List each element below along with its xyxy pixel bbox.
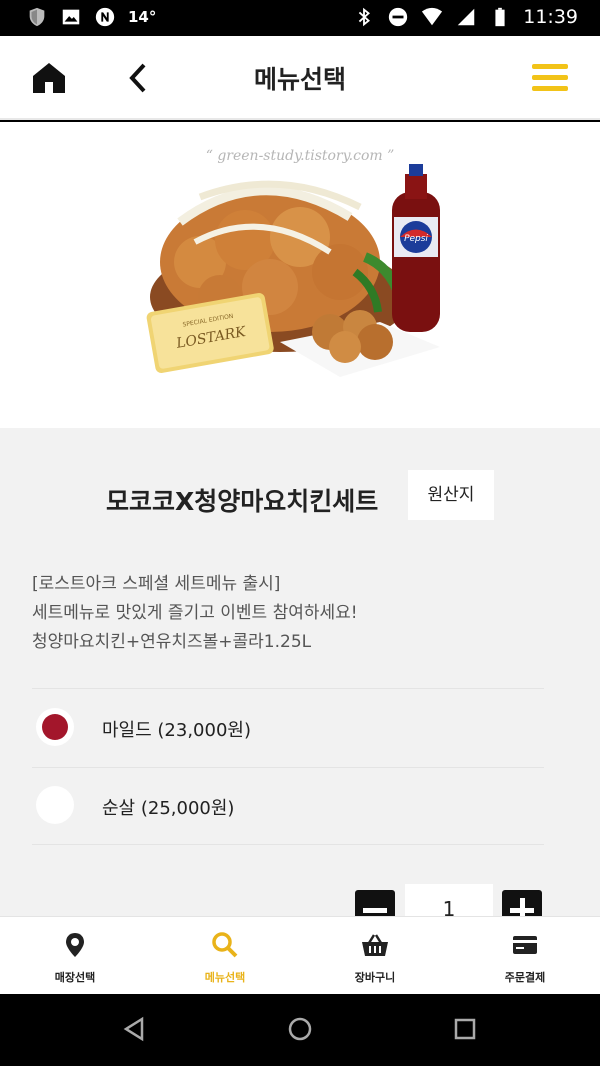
divider bbox=[32, 844, 544, 845]
radio-unselected[interactable] bbox=[36, 786, 74, 824]
bottom-nav: 매장선택 메뉴선택 장바구니 주문결제 bbox=[0, 916, 600, 994]
minus-icon[interactable] bbox=[355, 890, 395, 916]
option-mild[interactable]: 마일드 (23,000원) bbox=[36, 708, 544, 748]
radio-selected[interactable] bbox=[36, 708, 74, 746]
product-image: “ green-study.tistory.com ” Pepsi SPECIA… bbox=[0, 122, 600, 428]
nav-menu-select[interactable]: 메뉴선택 bbox=[150, 917, 300, 995]
option-label: 순살 (25,000원) bbox=[102, 798, 235, 819]
battery-icon bbox=[495, 7, 505, 27]
credit-card-icon bbox=[513, 936, 537, 954]
option-label: 마일드 (23,000원) bbox=[102, 720, 251, 741]
origin-button[interactable]: 원산지 bbox=[408, 470, 494, 520]
system-nav-bar bbox=[0, 994, 600, 1066]
quantity-value[interactable]: 1 bbox=[405, 884, 493, 916]
image-icon bbox=[62, 9, 80, 25]
home-circle-icon[interactable] bbox=[285, 1014, 315, 1044]
product-name: 모코코X청양마요치킨세트 bbox=[106, 487, 379, 516]
watermark: “ green-study.tistory.com ” bbox=[205, 148, 395, 164]
wifi-icon bbox=[422, 7, 443, 26]
back-triangle-icon[interactable] bbox=[120, 1014, 150, 1044]
app-header: 메뉴선택 bbox=[0, 36, 600, 120]
divider bbox=[32, 767, 544, 768]
n-app-icon bbox=[95, 7, 115, 27]
menu-detail: 모코코X청양마요치킨세트 원산지 [로스트아크 스페셜 세트메뉴 출시] 세트메… bbox=[0, 428, 600, 916]
location-pin-icon bbox=[66, 933, 84, 957]
chicken-set-illustration: Pepsi SPECIAL EDITION LOSTARK bbox=[146, 164, 440, 377]
basket-icon bbox=[362, 934, 388, 956]
nav-cart[interactable]: 장바구니 bbox=[300, 917, 450, 995]
bluetooth-icon bbox=[359, 7, 371, 27]
product-description: [로스트아크 스페셜 세트메뉴 출시] 세트메뉴로 맛있게 즐기고 이벤트 참여… bbox=[32, 574, 358, 652]
page-title: 메뉴선택 bbox=[253, 65, 346, 94]
search-icon bbox=[212, 932, 238, 958]
plus-icon[interactable] bbox=[502, 890, 542, 916]
svg-text:Pepsi: Pepsi bbox=[404, 234, 428, 244]
signal-icon bbox=[457, 8, 475, 26]
option-boneless[interactable]: 순살 (25,000원) bbox=[36, 786, 544, 826]
hamburger-menu-icon bbox=[532, 64, 568, 69]
clock: 11:39 bbox=[523, 6, 578, 28]
temperature: 14° bbox=[128, 8, 157, 26]
status-bar: 14° 11:39 bbox=[0, 0, 600, 36]
do-not-disturb-icon bbox=[389, 7, 408, 27]
recents-square-icon[interactable] bbox=[450, 1014, 480, 1044]
nav-checkout[interactable]: 주문결제 bbox=[450, 917, 600, 995]
shield-icon bbox=[29, 7, 45, 27]
nav-store-select[interactable]: 매장선택 bbox=[0, 917, 150, 995]
hamburger-menu-button[interactable] bbox=[532, 64, 568, 94]
divider bbox=[32, 688, 544, 689]
